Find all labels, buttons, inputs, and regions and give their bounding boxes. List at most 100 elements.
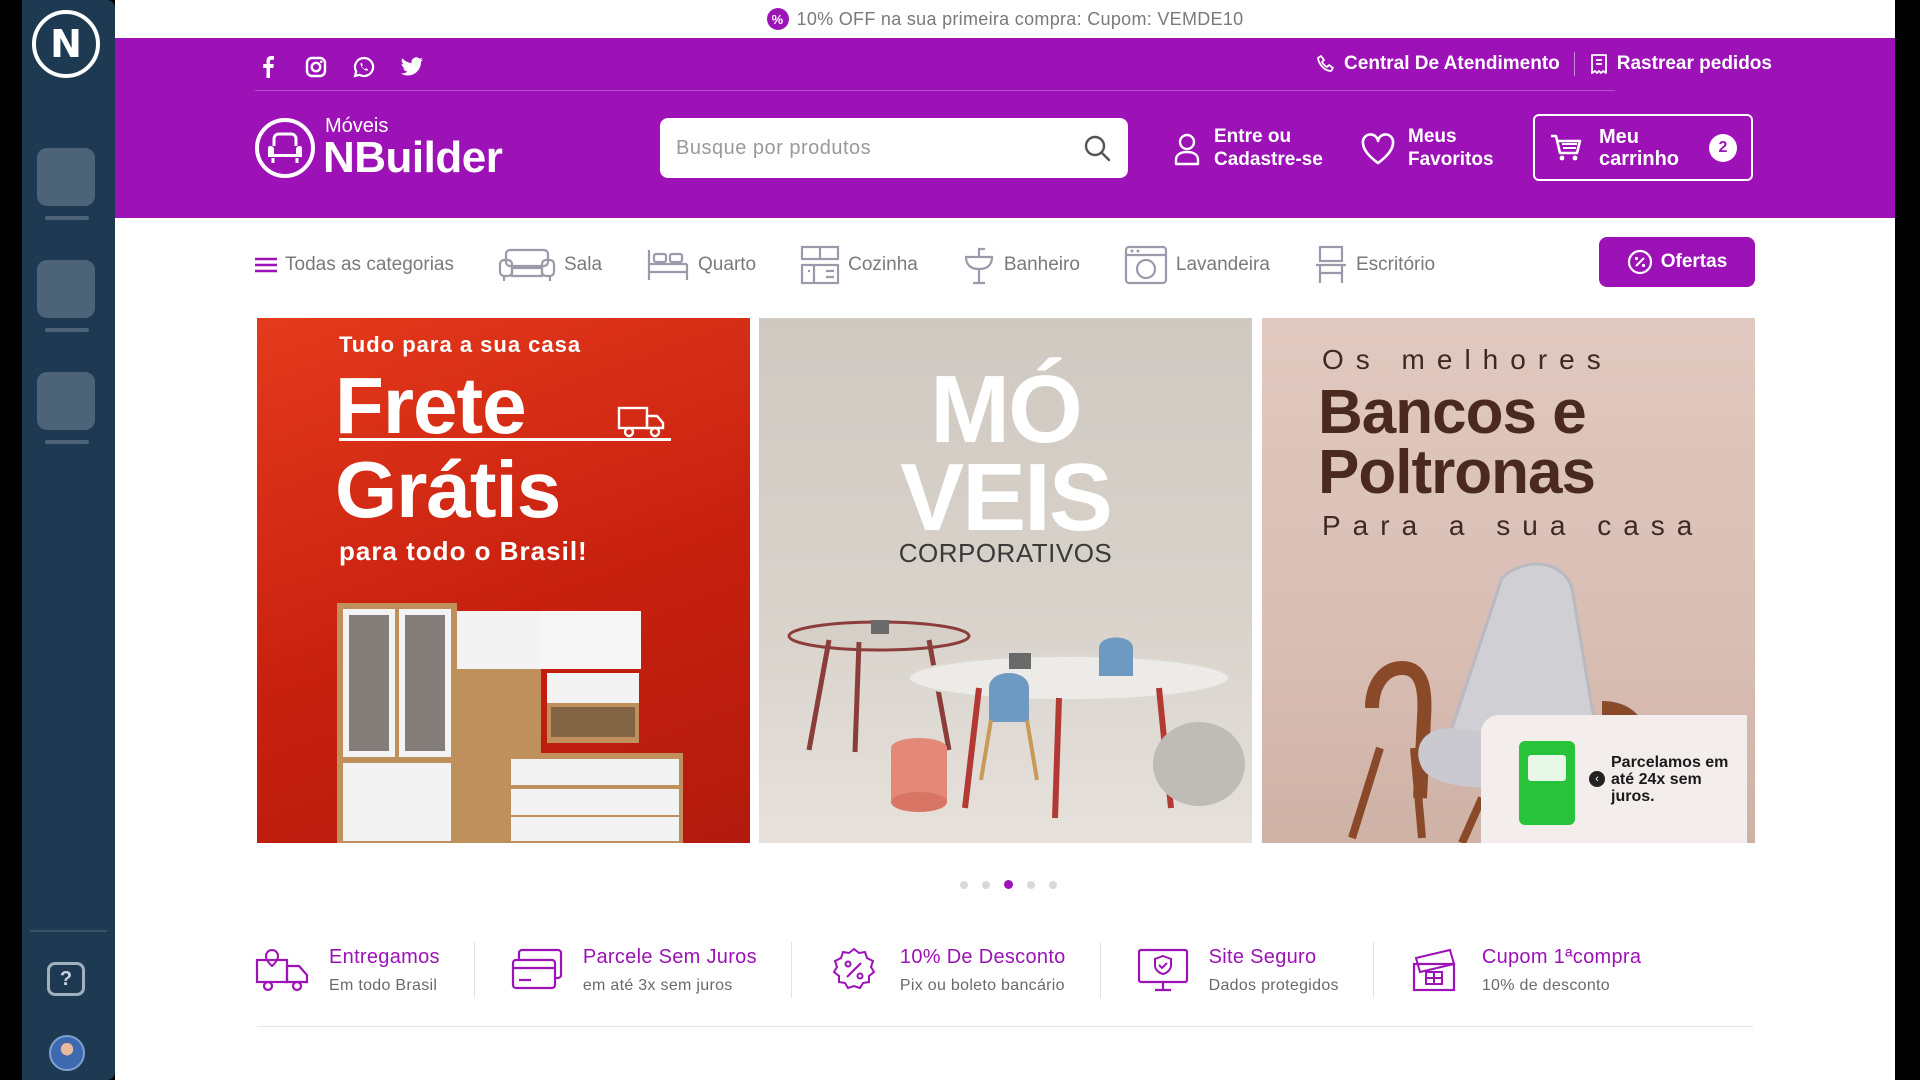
nav-item-cozinha[interactable]: Cozinha <box>800 245 918 285</box>
help-icon[interactable]: ? <box>47 962 85 996</box>
nav-item-lavandeira[interactable]: Lavandeira <box>1124 245 1270 285</box>
promo-text: 10% OFF na sua primeira compra: Cupom: V… <box>796 8 1244 29</box>
favorites-line2: Favoritos <box>1408 148 1494 170</box>
office-furniture-image <box>787 620 1245 819</box>
banner1-line1: Tudo para a sua casa <box>339 332 582 357</box>
favorites-link[interactable]: Meus Favoritos <box>1360 126 1494 172</box>
nav-item-cozinha-label: Cozinha <box>848 254 918 275</box>
feature-delivery: Entregamos Em todo Brasil <box>255 940 440 1000</box>
feature-separator <box>790 942 792 998</box>
features-bar: Entregamos Em todo Brasil Parcele Sem Ju… <box>255 930 1755 1010</box>
banner1-line2: Frete <box>335 361 527 450</box>
nav-item-sala-label: Sala <box>564 254 603 275</box>
feature-coupon: Cupom 1ªcompra 10% de desconto <box>1408 940 1641 1000</box>
cart-button[interactable]: Meu carrinho 2 <box>1533 114 1753 181</box>
kitchen-cabinet-image <box>337 603 683 843</box>
sidebar-tick-1 <box>45 216 89 220</box>
card-machine-icon <box>1519 741 1575 825</box>
sidebar-divider <box>30 930 107 932</box>
banner-corporate-furniture[interactable]: MÓ VEIS CORPORATIVOS <box>759 318 1252 843</box>
social-links <box>255 54 425 80</box>
feature-coupon-sub: 10% de desconto <box>1481 976 1610 994</box>
search-input[interactable] <box>676 136 1082 160</box>
feature-discount-title: 10% De Desconto <box>899 945 1066 968</box>
feature-delivery-title: Entregamos <box>329 945 440 968</box>
track-orders-link[interactable]: Rastrear pedidos <box>1589 53 1772 75</box>
feature-separator <box>1372 942 1374 998</box>
avatar[interactable] <box>49 1035 85 1071</box>
sink-icon <box>964 247 993 285</box>
offers-button[interactable]: Ofertas <box>1599 237 1755 287</box>
feature-separator <box>473 942 475 998</box>
armchair-logo-icon <box>255 118 315 178</box>
sidebar-tile-1[interactable] <box>37 148 95 206</box>
feature-secure-sub: Dados protegidos <box>1208 976 1339 994</box>
support-link-label: Central De Atendimento <box>1344 53 1560 74</box>
nav-item-banheiro-label: Banheiro <box>1003 254 1080 275</box>
login-line2: Cadastre-se <box>1214 148 1323 170</box>
banner-free-shipping[interactable]: Tudo para a sua casa Frete Grátis para t… <box>257 318 750 843</box>
banner3-line3: Poltronas <box>1318 438 1596 507</box>
instagram-icon[interactable] <box>303 54 329 80</box>
app-sidebar: N ? <box>22 0 115 1080</box>
cart-count-badge: 2 <box>1709 133 1737 162</box>
twitter-icon[interactable] <box>399 54 425 80</box>
favorites-line1: Meus <box>1408 126 1457 147</box>
carousel-dot-2[interactable] <box>982 880 990 889</box>
banner3-line1: Os melhores <box>1322 344 1613 375</box>
promo-bar: % 10% OFF na sua primeira compra: Cupom:… <box>115 0 1895 38</box>
truck-icon <box>255 948 309 992</box>
banner2-line2: VEIS <box>900 444 1113 551</box>
search-bar <box>660 118 1128 178</box>
header-top-links: Central De Atendimento Rastrear pedidos <box>1316 52 1772 76</box>
bed-icon <box>647 250 689 280</box>
user-icon <box>1174 133 1200 165</box>
banner3-line4: Para a sua casa <box>1322 510 1705 541</box>
feature-installments: Parcele Sem Juros em até 3x sem juros <box>509 940 757 1000</box>
login-link[interactable]: Entre ou Cadastre-se <box>1172 126 1323 172</box>
sofa-icon <box>498 248 556 281</box>
facebook-icon[interactable] <box>255 54 281 80</box>
nav-item-quarto[interactable]: Quarto <box>646 246 756 284</box>
feature-separator <box>1099 942 1101 998</box>
all-categories-menu[interactable]: Todas as categorias <box>255 254 454 276</box>
brand-logo[interactable]: Móveis NBuilder <box>255 116 503 180</box>
carousel-dot-1[interactable] <box>960 880 968 889</box>
percent-icon <box>832 947 876 990</box>
whatsapp-icon[interactable] <box>351 54 377 80</box>
support-link[interactable]: Central De Atendimento <box>1316 53 1560 75</box>
cart-line1: Meu <box>1599 125 1639 148</box>
search-icon[interactable] <box>1082 133 1112 163</box>
offers-label: Ofertas <box>1660 251 1728 272</box>
delivery-truck-icon <box>617 406 665 438</box>
section-divider <box>257 1026 1753 1027</box>
track-orders-label: Rastrear pedidos <box>1616 53 1772 74</box>
sidebar-tile-3[interactable] <box>37 372 95 430</box>
carousel-dot-3[interactable] <box>1004 880 1013 889</box>
nav-item-banheiro[interactable]: Banheiro <box>962 245 1080 285</box>
feature-secure: Site Seguro Dados protegidos <box>1135 940 1339 1000</box>
login-line1: Entre ou <box>1214 126 1292 147</box>
percent-badge-icon: % <box>766 8 789 30</box>
carousel-dot-4[interactable] <box>1027 880 1035 889</box>
header-divider <box>255 90 1615 91</box>
nav-item-lavandeira-label: Lavandeira <box>1175 254 1270 275</box>
carousel-dots <box>960 880 1057 889</box>
secure-monitor-icon <box>1137 948 1188 992</box>
washing-machine-icon <box>1124 245 1168 285</box>
sidebar-tick-3 <box>45 440 89 444</box>
cart-line2: carrinho <box>1599 147 1680 170</box>
banner1-line4: para todo o Brasil! <box>339 536 588 566</box>
carousel-dot-5[interactable] <box>1049 880 1057 889</box>
banner2-line3: CORPORATIVOS <box>898 538 1113 568</box>
sidebar-tile-2[interactable] <box>37 260 95 318</box>
nav-item-sala[interactable]: Sala <box>498 246 602 284</box>
nav-item-escritorio[interactable]: Escritório <box>1314 245 1435 285</box>
all-categories-label: Todas as categorias <box>285 254 454 275</box>
hamburger-icon <box>255 257 277 273</box>
app-logo-icon[interactable]: N <box>32 10 100 78</box>
feature-secure-title: Site Seguro <box>1208 945 1317 968</box>
site-header: Central De Atendimento Rastrear pedidos … <box>115 38 1895 218</box>
banner-chairs[interactable]: Os melhores Bancos e Poltronas Para a su… <box>1262 318 1755 843</box>
feature-coupon-title: Cupom 1ªcompra <box>1481 945 1642 968</box>
